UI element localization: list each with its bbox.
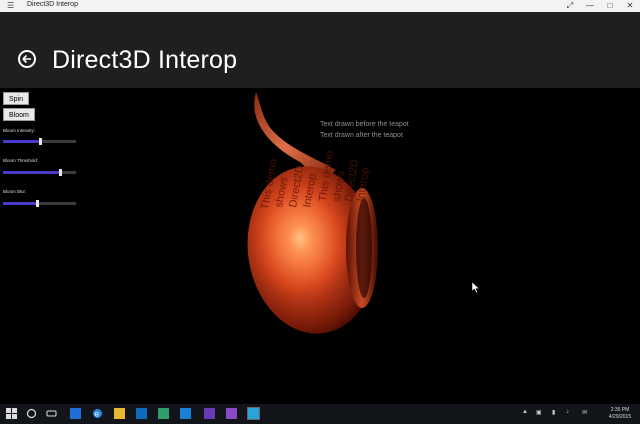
visual-studio-icon[interactable] [204,408,215,419]
slider-fill [3,140,41,143]
mail-app-icon[interactable] [136,408,147,419]
taskbar: e ▲ ▣ ▮ ♪ ✉ 2:35 PM 4/29/2015 [0,404,640,424]
battery-icon[interactable]: ▮ [552,409,555,416]
page-header: Direct3D Interop [0,12,640,88]
bloom-button[interactable]: Bloom [3,108,35,121]
teapot-render: This demo shows Direct2D Interop This de… [247,92,378,334]
network-icon[interactable]: ▣ [536,409,542,416]
back-button[interactable] [18,50,36,68]
window-title-bar: ☰ Direct3D Interop ⤢ — □ ✕ [0,0,640,12]
slider-thumb[interactable] [39,138,43,145]
bloom-blur-label: Bloom Blur: [3,189,27,194]
slider-thumb[interactable] [35,200,39,207]
volume-icon[interactable]: ♪ [566,409,569,415]
spin-button[interactable]: Spin [3,92,30,105]
running-app-icon[interactable] [247,407,260,420]
taskbar-clock[interactable]: 2:35 PM 4/29/2015 [602,407,638,421]
slider-thumb[interactable] [59,169,63,176]
search-icon[interactable] [26,408,37,419]
render-surface: Spin Bloom Bloom Intensity: Bloom Thresh… [0,88,640,404]
task-view-icon[interactable] [46,408,57,419]
bloom-threshold-label: Bloom Threshold: [3,158,39,163]
bloom-intensity-label: Bloom Intensity: [3,128,36,133]
file-explorer-icon[interactable] [114,408,125,419]
bloom-threshold-slider[interactable] [3,169,76,176]
bloom-blur-slider[interactable] [3,200,76,207]
store-app-icon[interactable] [70,408,81,419]
browser-e-icon[interactable]: e [92,408,103,419]
clock-date: 4/29/2015 [608,414,632,420]
mouse-pointer-icon [472,282,480,293]
app-icon-blue[interactable] [180,408,191,419]
minimize-button[interactable]: — [580,0,600,12]
app-icon-green[interactable] [158,408,169,419]
full-screen-icon[interactable]: ⤢ [560,0,580,12]
svg-text:e: e [95,410,100,419]
notifications-icon[interactable]: ✉ [582,409,587,416]
start-windows-icon[interactable] [6,408,17,419]
page-title: Direct3D Interop [52,46,238,74]
slider-fill [3,171,61,174]
maximize-button[interactable]: □ [600,0,620,12]
onenote-icon[interactable] [226,408,237,419]
close-button[interactable]: ✕ [620,0,640,12]
chevron-up-icon[interactable]: ▲ [522,409,528,415]
hamburger-icon[interactable]: ☰ [7,1,14,10]
slider-fill [3,202,38,205]
bloom-intensity-slider[interactable] [3,138,76,145]
clock-time: 2:35 PM [610,407,630,413]
window-title: Direct3D Interop [27,1,78,8]
back-arrow-icon [22,54,31,64]
